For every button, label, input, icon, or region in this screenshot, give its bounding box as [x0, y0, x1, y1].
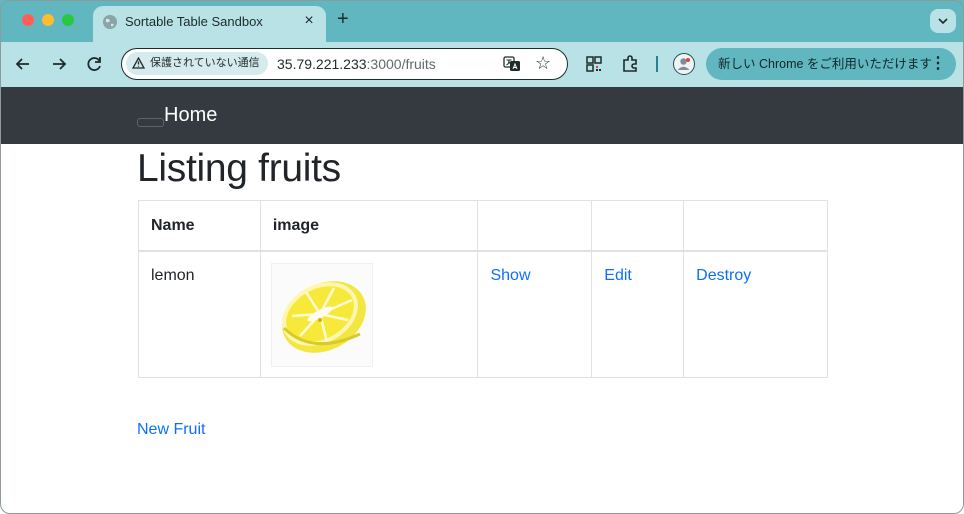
browser-tab[interactable]: Sortable Table Sandbox × [93, 6, 326, 42]
browser-toolbar: 保護されていない通信 35.79.221.233:3000/fruits ☆ 新… [0, 42, 964, 87]
page-title: Listing fruits [137, 147, 341, 190]
qr-code-icon[interactable] [584, 54, 604, 74]
toolbar-divider [656, 56, 658, 72]
extensions-icon[interactable] [620, 54, 640, 74]
tab-close-icon[interactable]: × [300, 13, 318, 31]
edit-link[interactable]: Edit [604, 267, 632, 284]
column-header-image[interactable]: image [259, 200, 479, 252]
column-header-empty [683, 200, 828, 252]
cell-edit: Edit [591, 250, 685, 378]
cell-show: Show [477, 250, 593, 378]
warning-icon [132, 57, 145, 69]
address-bar[interactable]: 保護されていない通信 35.79.221.233:3000/fruits ☆ [121, 48, 568, 80]
url-path: :3000/fruits [366, 56, 436, 72]
new-fruit-link[interactable]: New Fruit [137, 421, 205, 439]
tab-strip: Sortable Table Sandbox × + [0, 0, 964, 42]
window-minimize-button[interactable] [42, 14, 54, 26]
chrome-update-label: 新しい Chrome をご利用いただけます [718, 57, 932, 71]
show-link[interactable]: Show [490, 267, 530, 284]
chevron-down-icon [938, 18, 948, 25]
column-header-name[interactable]: Name [138, 200, 261, 252]
new-tab-button[interactable]: + [337, 9, 349, 29]
window-maximize-button[interactable] [62, 14, 74, 26]
cell-name: lemon [138, 250, 261, 378]
translate-icon[interactable] [503, 55, 521, 73]
tab-title: Sortable Table Sandbox [125, 14, 263, 29]
fruits-table: Name image lemon Show Edit Destroy [138, 200, 828, 378]
profile-icon[interactable] [673, 53, 695, 75]
window-close-button[interactable] [22, 14, 34, 26]
tab-search-button[interactable] [930, 9, 956, 33]
column-header-empty [477, 200, 593, 252]
url-text[interactable]: 35.79.221.233:3000/fruits [277, 56, 436, 72]
navbar-toggler-button[interactable] [137, 118, 164, 127]
table-row: lemon Show Edit Destroy [138, 250, 828, 378]
kebab-menu-icon[interactable]: ⋮ [930, 48, 946, 80]
back-arrow-icon[interactable] [12, 54, 34, 74]
navbar-home-link[interactable]: Home [164, 104, 217, 127]
lemon-image [270, 262, 373, 367]
security-indicator[interactable]: 保護されていない通信 [126, 52, 268, 75]
forward-arrow-icon[interactable] [48, 54, 70, 74]
security-label: 保護されていない通信 [150, 57, 260, 69]
url-host: 35.79.221.233 [277, 56, 367, 72]
cell-destroy: Destroy [683, 250, 828, 378]
star-icon[interactable]: ☆ [535, 53, 551, 73]
column-header-empty [591, 200, 685, 252]
chrome-update-button[interactable]: 新しい Chrome をご利用いただけます ⋮ [706, 48, 956, 80]
navbar: Home [0, 87, 964, 144]
destroy-link[interactable]: Destroy [696, 267, 751, 284]
cell-image [259, 250, 479, 378]
globe-icon [103, 15, 117, 29]
table-header-row: Name image [138, 200, 828, 252]
reload-icon[interactable] [84, 54, 106, 74]
